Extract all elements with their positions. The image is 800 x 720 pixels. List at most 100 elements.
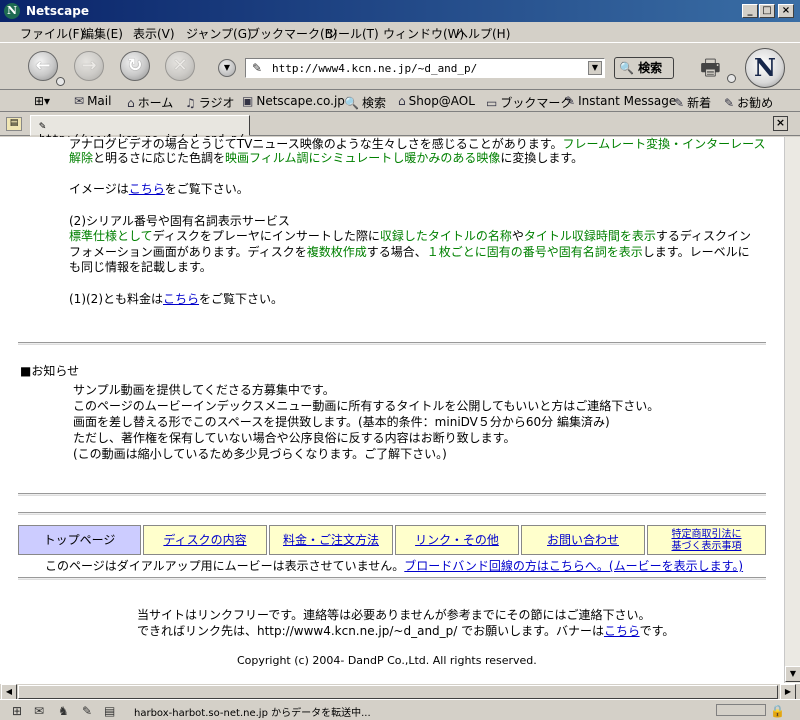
menu-view[interactable]: 表示(V): [133, 25, 175, 42]
menu-window[interactable]: ウィンドウ(W): [383, 25, 464, 42]
image-link[interactable]: こちら: [129, 182, 165, 196]
service2-line-3: も同じ情報を記載します。: [69, 260, 212, 274]
notice-line: 画面を差し替える形でこのスペースを提供致します。(基本的条件：miniDV５分か…: [73, 415, 610, 429]
mail-icon[interactable]: ✉: [34, 704, 44, 718]
close-tab-button[interactable]: ×: [773, 116, 788, 131]
progress-bar: [716, 704, 766, 716]
security-lock-icon[interactable]: 🔒: [770, 704, 785, 718]
nav-disc-contents[interactable]: ディスクの内容: [143, 525, 267, 555]
mail-icon: ✉: [74, 94, 85, 108]
close-button[interactable]: ×: [778, 4, 794, 18]
forward-arrow-icon: →: [81, 55, 97, 76]
nav-legal-notice[interactable]: 特定商取引法に 基づく表示事項: [647, 525, 766, 555]
dialup-note: このページはダイアルアップ用にムービーは表示させていません。ブロードバンド回線の…: [45, 559, 744, 573]
link-icon: ✎: [724, 96, 735, 110]
pb-instant-message[interactable]: ✎ Instant Message: [565, 94, 676, 108]
divider: [18, 342, 766, 345]
home-icon: ⌂: [127, 96, 135, 110]
reload-button[interactable]: ↻: [120, 51, 150, 81]
netscape-logo[interactable]: N: [745, 48, 785, 88]
history-dropdown[interactable]: ▼: [218, 59, 236, 77]
menu-edit[interactable]: 編集(E): [82, 25, 123, 42]
vertical-scrollbar[interactable]: ▼: [784, 137, 800, 683]
link-icon: ✎: [565, 94, 576, 108]
link-icon: ✎: [39, 119, 46, 132]
minimize-button[interactable]: _: [742, 4, 758, 18]
service2-line-1: 標準仕様としてディスクをプレーヤにインサートした際に収録したタイトルの名称やタイ…: [69, 229, 752, 243]
home-tab-icon[interactable]: ⊞▾: [34, 94, 50, 108]
search-icon: 🔍: [344, 96, 359, 110]
intro-line-2: 解除と明るさに応じた色調を映画フィルム調にシミュレートし暖かみのある映像に変換し…: [69, 151, 584, 165]
back-arrow-icon: ←: [35, 55, 51, 76]
banner-link[interactable]: こちら: [604, 624, 640, 638]
copyright: Copyright (c) 2004- DandP Co.,Ltd. All r…: [237, 654, 537, 667]
maximize-button[interactable]: □: [759, 4, 775, 18]
pb-netscape[interactable]: ▣ Netscape.co.jp: [242, 94, 345, 108]
notice-line: このページのムービーインデックスメニュー動画に所有するタイトルを公開してもいいと…: [73, 399, 660, 413]
nav-top-page[interactable]: トップページ: [18, 525, 141, 555]
window-title: Netscape: [26, 4, 89, 18]
nav-contact[interactable]: お問い合わせ: [521, 525, 645, 555]
aim-icon[interactable]: ♞: [58, 704, 69, 718]
pb-home[interactable]: ⌂ ホーム: [127, 94, 173, 111]
search-label: 検索: [638, 61, 663, 75]
link-url-note: できればリンク先は、http://www4.kcn.ne.jp/~d_and_p…: [137, 624, 675, 638]
search-icon: 🔍: [619, 61, 634, 75]
pb-new[interactable]: ✎ 新着: [674, 94, 711, 111]
scroll-right-button[interactable]: ▶: [780, 684, 796, 700]
composer-icon[interactable]: ✎: [82, 704, 92, 718]
menu-tools[interactable]: ツール(T): [326, 25, 379, 42]
nav-pricing[interactable]: 料金・ご注文方法: [269, 525, 393, 555]
price-line: (1)(2)とも料金はこちらをご覧下さい。: [69, 292, 284, 306]
tab-bar: ▤ ✎ http://www4.kcn.ne.jp/~d_and_p/ ×: [0, 112, 800, 145]
menu-go[interactable]: ジャンプ(G): [186, 25, 252, 42]
link-free-note: 当サイトはリンクフリーです。連絡等は必要ありませんが参考までにその節にはご連絡下…: [137, 608, 651, 622]
my-icon: ▣: [242, 94, 254, 108]
shop-icon: ⌂: [398, 94, 406, 108]
new-tab-icon[interactable]: ▤: [6, 117, 22, 131]
nav-links[interactable]: リンク・その他: [395, 525, 519, 555]
forward-button[interactable]: →: [74, 51, 104, 81]
print-icon[interactable]: 🖶: [700, 51, 721, 89]
reload-icon: ↻: [127, 55, 143, 76]
image-line: イメージはこちらをご覧下さい。: [69, 182, 249, 196]
pb-recommend[interactable]: ✎ お勧め: [724, 94, 773, 111]
divider: [18, 577, 766, 580]
pb-search[interactable]: 🔍 検索: [344, 94, 386, 111]
back-dropdown[interactable]: [56, 77, 65, 86]
bookmark-folder-icon: ▭: [486, 96, 498, 110]
horizontal-scrollbar[interactable]: ◀ ▶: [0, 683, 800, 700]
pb-radio[interactable]: ♫ ラジオ: [185, 94, 235, 111]
price-link[interactable]: こちら: [163, 292, 199, 306]
address-book-icon[interactable]: ▤: [104, 704, 115, 718]
notice-heading: ■お知らせ: [20, 364, 80, 378]
pb-shop[interactable]: ⌂ Shop@AOL: [398, 94, 475, 108]
search-button[interactable]: 🔍 検索: [614, 57, 674, 79]
notice-line: サンプル動画を提供してくださる方募集中です。: [73, 383, 335, 397]
url-field[interactable]: ✎ http://www4.kcn.ne.jp/~d_and_p/ ▼: [245, 58, 605, 78]
page-content: アナログビデオの場合とうじてTVニュース映像のような生々しさを感じることがありま…: [0, 137, 784, 683]
menu-bookmarks[interactable]: ブックマーク(B): [248, 25, 338, 42]
tab-current[interactable]: ✎ http://www4.kcn.ne.jp/~d_and_p/: [30, 115, 250, 145]
navigation-toolbar: ← → ↻ ✕ ▼ ✎ http://www4.kcn.ne.jp/~d_and…: [0, 42, 800, 90]
divider: [18, 493, 766, 496]
notice-line: (この動画は縮小しているため多少見づらくなります。ご了解下さい。): [73, 447, 447, 461]
navigator-icon[interactable]: ⊞: [12, 704, 22, 718]
menu-help[interactable]: ヘルプ(H): [456, 25, 510, 42]
pb-bookmarks[interactable]: ▭ ブックマーク: [486, 94, 572, 111]
link-icon: ✎: [674, 96, 685, 110]
back-button[interactable]: ←: [28, 51, 58, 81]
pb-mail[interactable]: ✉ Mail: [74, 94, 111, 108]
scroll-down-button[interactable]: ▼: [785, 666, 800, 682]
url-dropdown-icon[interactable]: ▼: [588, 61, 602, 75]
divider: [18, 512, 766, 515]
print-dropdown[interactable]: [727, 74, 736, 83]
stop-icon: ✕: [172, 55, 188, 76]
horizontal-scroll-thumb[interactable]: [18, 685, 778, 699]
site-navigation: トップページ ディスクの内容 料金・ご注文方法 リンク・その他 お問い合わせ 特…: [18, 525, 766, 555]
netscape-icon: N: [4, 3, 20, 19]
stop-button[interactable]: ✕: [165, 51, 195, 81]
broadband-link[interactable]: ブロードバンド回線の方はこちらへ。(ムービーを表示します。): [404, 559, 743, 573]
menu-file[interactable]: ファイル(F): [20, 25, 84, 42]
scroll-left-button[interactable]: ◀: [1, 684, 17, 700]
